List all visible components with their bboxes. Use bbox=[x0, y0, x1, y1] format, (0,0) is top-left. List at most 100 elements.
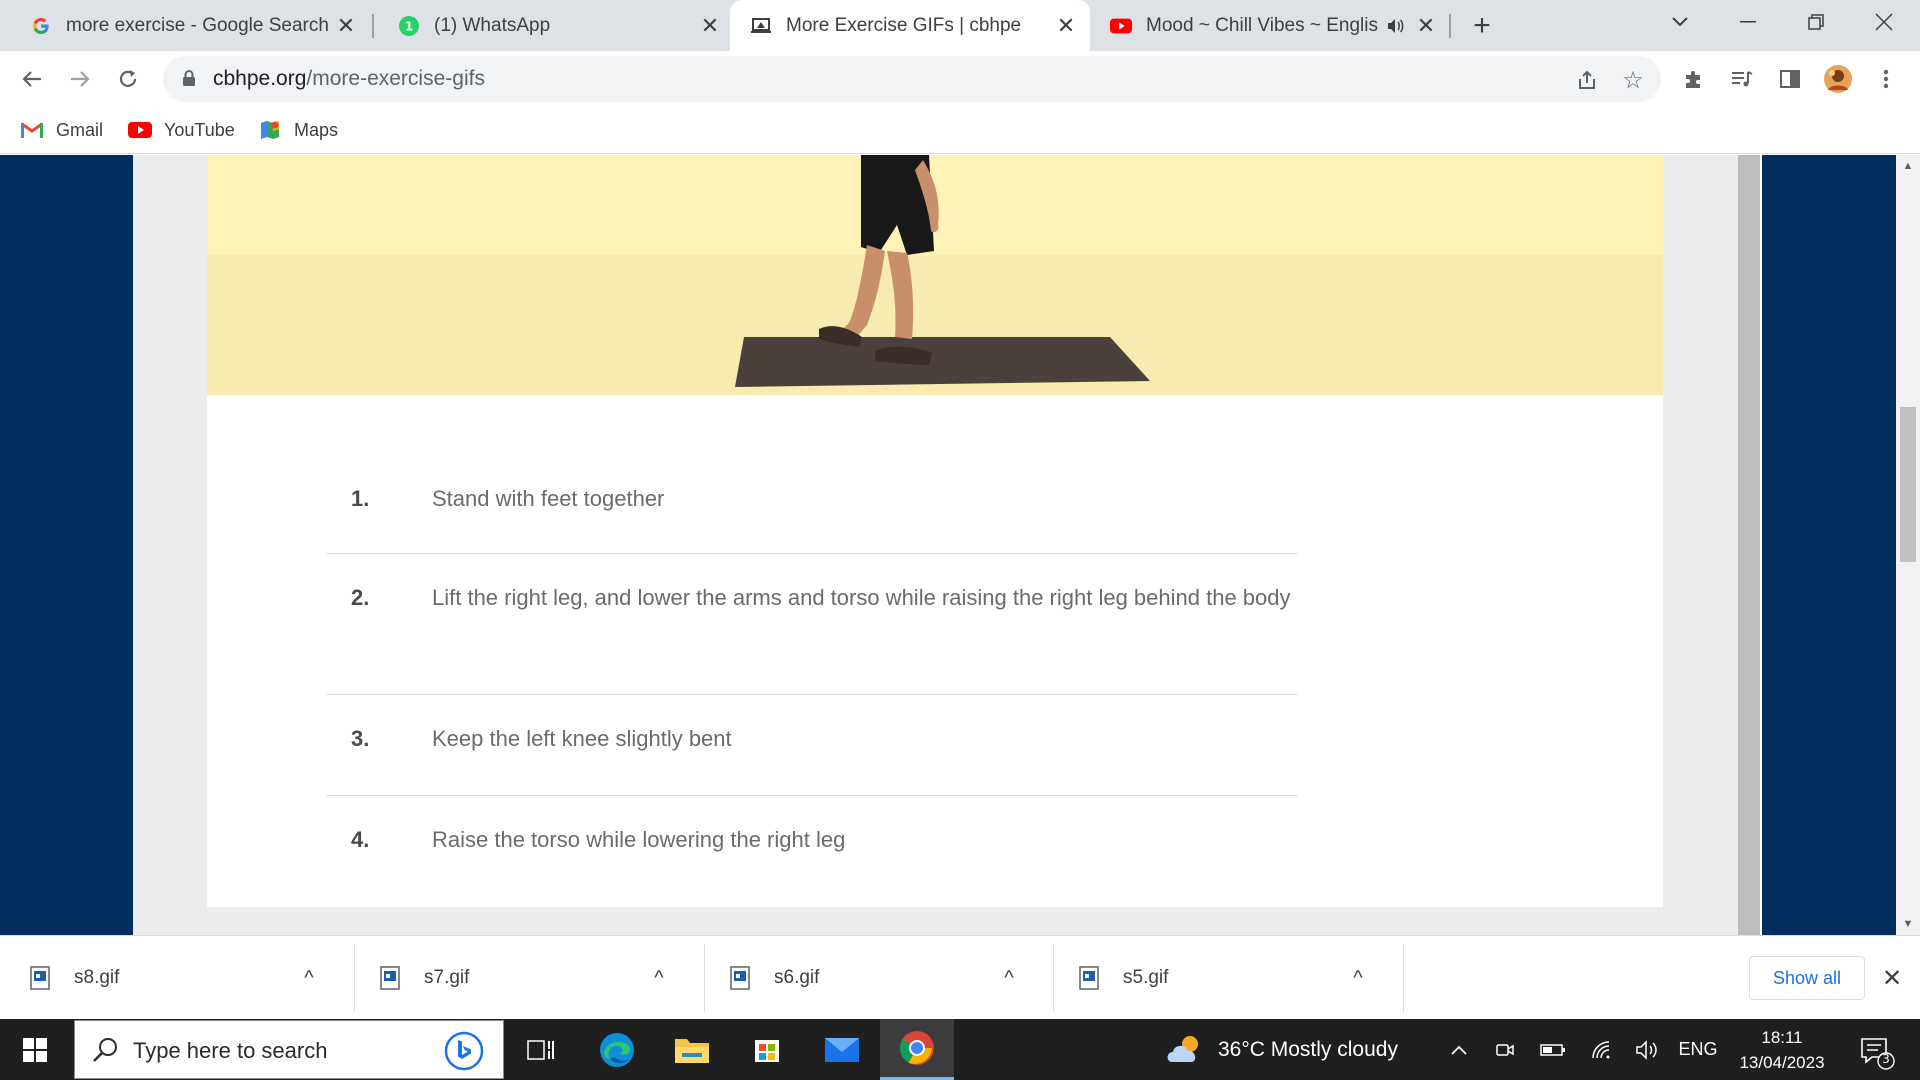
edge-browser-icon[interactable] bbox=[580, 1019, 654, 1080]
bookmark-youtube[interactable]: YouTube bbox=[128, 115, 235, 145]
taskbar-search-box[interactable]: Type here to search bbox=[74, 1020, 504, 1079]
input-language-indicator[interactable]: ENG bbox=[1672, 1019, 1724, 1080]
close-tab-icon[interactable]: ✕ bbox=[696, 12, 724, 40]
bookmark-maps[interactable]: Maps bbox=[258, 115, 338, 145]
chevron-up-icon[interactable]: ^ bbox=[294, 967, 324, 990]
media-control-icon[interactable] bbox=[1726, 63, 1758, 95]
minimize-icon[interactable] bbox=[1720, 0, 1776, 44]
youtube-icon bbox=[128, 120, 152, 140]
speaker-icon[interactable] bbox=[1384, 15, 1406, 37]
gif-file-icon bbox=[380, 966, 400, 990]
download-shelf: s8.gif ^ s7.gif ^ s6.gif ^ s5.gif ^ Show… bbox=[0, 935, 1920, 1019]
tab-title: More Exercise GIFs | cbhpe bbox=[786, 14, 1022, 36]
step-number: 1. bbox=[351, 486, 370, 511]
tab-search-chevron-icon[interactable] bbox=[1652, 0, 1708, 44]
download-filename: s5.gif bbox=[1123, 967, 1169, 988]
list-item: 2. Lift the right leg, and lower the arm… bbox=[327, 554, 1297, 695]
tab-title: (1) WhatsApp bbox=[434, 14, 551, 36]
scroll-up-arrow-icon[interactable]: ▲ bbox=[1896, 155, 1920, 177]
forward-button[interactable] bbox=[62, 61, 98, 97]
step-number: 3. bbox=[351, 726, 370, 751]
mail-icon[interactable] bbox=[805, 1019, 879, 1080]
bookmark-label: YouTube bbox=[164, 119, 235, 140]
url-text[interactable]: cbhpe.org/more-exercise-gifs bbox=[213, 67, 485, 91]
list-item: 1. Stand with feet together bbox=[327, 455, 1297, 554]
list-item: 3. Keep the left knee slightly bent bbox=[327, 695, 1297, 796]
tab-strip: more exercise - Google Search ✕ 1 (1) Wh… bbox=[0, 0, 1920, 51]
restore-icon[interactable] bbox=[1788, 0, 1844, 44]
close-download-shelf-icon[interactable]: ✕ bbox=[1876, 962, 1908, 994]
page-viewport: 1. Stand with feet together 2. Lift the … bbox=[0, 155, 1920, 935]
battery-icon[interactable] bbox=[1536, 1019, 1570, 1080]
profile-avatar-icon[interactable] bbox=[1822, 63, 1854, 95]
tab-separator bbox=[372, 14, 374, 38]
windows-taskbar: Type here to search 36°C Mostly cloudy E… bbox=[0, 1019, 1920, 1080]
search-placeholder: Type here to search bbox=[133, 1038, 328, 1063]
maps-icon bbox=[258, 120, 282, 140]
new-tab-button[interactable]: + bbox=[1466, 9, 1498, 42]
download-item[interactable]: s8.gif ^ bbox=[0, 936, 350, 1020]
close-tab-icon[interactable]: ✕ bbox=[1052, 12, 1080, 40]
partly-cloudy-icon bbox=[1164, 1032, 1206, 1068]
chevron-up-icon[interactable]: ^ bbox=[644, 967, 674, 990]
download-filename: s6.gif bbox=[774, 967, 820, 988]
reload-button[interactable] bbox=[110, 61, 146, 97]
svg-text:1: 1 bbox=[405, 19, 413, 33]
show-hidden-icons-chevron-icon[interactable] bbox=[1444, 1019, 1474, 1080]
gif-file-icon bbox=[730, 966, 750, 990]
chevron-up-icon[interactable]: ^ bbox=[1343, 967, 1373, 990]
bookmark-label: Maps bbox=[294, 119, 339, 140]
back-button[interactable] bbox=[14, 61, 50, 97]
tab-youtube-mood[interactable]: Mood ~ Chill Vibes ~ Englis ✕ bbox=[1090, 0, 1450, 51]
microsoft-store-icon[interactable] bbox=[730, 1019, 804, 1080]
weather-widget[interactable]: 36°C Mostly cloudy bbox=[1164, 1019, 1398, 1080]
exercise-steps-list: 1. Stand with feet together 2. Lift the … bbox=[327, 455, 1297, 896]
gif-file-icon bbox=[1079, 966, 1099, 990]
wifi-icon[interactable] bbox=[1586, 1019, 1616, 1080]
download-filename: s8.gif bbox=[74, 967, 120, 988]
tab-separator bbox=[1449, 14, 1451, 38]
tab-google-search[interactable]: more exercise - Google Search ✕ bbox=[10, 0, 370, 51]
file-explorer-icon[interactable] bbox=[655, 1019, 729, 1080]
show-all-button[interactable]: Show all bbox=[1749, 956, 1865, 1000]
tab-more-exercise-gifs[interactable]: More Exercise GIFs | cbhpe ✕ bbox=[730, 0, 1090, 51]
notification-center-icon[interactable]: 3 bbox=[1856, 1031, 1896, 1071]
url-domain: cbhpe.org bbox=[213, 67, 307, 90]
scrollbar-thumb[interactable] bbox=[1900, 407, 1916, 562]
weather-text: 36°C Mostly cloudy bbox=[1218, 1037, 1398, 1061]
step-text: Keep the left knee slightly bent bbox=[432, 726, 732, 751]
tab-title: Mood ~ Chill Vibes ~ Englis bbox=[1146, 14, 1378, 36]
tab-whatsapp[interactable]: 1 (1) WhatsApp ✕ bbox=[378, 0, 734, 51]
windows-start-icon[interactable] bbox=[0, 1019, 70, 1080]
tab-title: more exercise - Google Search bbox=[66, 14, 329, 36]
youtube-icon bbox=[1110, 15, 1132, 37]
task-view-icon[interactable] bbox=[504, 1019, 578, 1080]
bing-icon[interactable] bbox=[443, 1031, 485, 1071]
step-text: Raise the torso while lowering the right… bbox=[432, 827, 846, 852]
exercise-figure-illustration bbox=[735, 155, 1150, 387]
close-tab-icon[interactable]: ✕ bbox=[332, 12, 360, 40]
bookmark-star-icon[interactable]: ☆ bbox=[1617, 64, 1649, 96]
side-panel-icon[interactable] bbox=[1774, 63, 1806, 95]
close-window-icon[interactable] bbox=[1856, 0, 1912, 44]
download-separator bbox=[1403, 944, 1404, 1012]
download-item[interactable]: s6.gif ^ bbox=[700, 936, 1050, 1020]
meet-now-icon[interactable] bbox=[1490, 1019, 1520, 1080]
lock-icon[interactable] bbox=[181, 69, 197, 87]
chrome-icon[interactable] bbox=[880, 1019, 954, 1080]
share-icon[interactable] bbox=[1571, 64, 1603, 96]
menu-kebab-icon[interactable] bbox=[1870, 63, 1902, 95]
download-item[interactable]: s7.gif ^ bbox=[350, 936, 700, 1020]
taskbar-clock[interactable]: 18:11 13/04/2023 bbox=[1724, 1025, 1840, 1075]
page-scrollbar[interactable]: ▲ ▼ bbox=[1896, 155, 1920, 935]
bookmark-gmail[interactable]: Gmail bbox=[20, 115, 103, 145]
volume-icon[interactable] bbox=[1632, 1019, 1662, 1080]
search-icon bbox=[91, 1035, 121, 1065]
extensions-puzzle-icon[interactable] bbox=[1678, 63, 1710, 95]
chevron-up-icon[interactable]: ^ bbox=[994, 967, 1024, 990]
address-bar[interactable]: cbhpe.org/more-exercise-gifs ☆ bbox=[163, 56, 1661, 102]
right-gutter bbox=[1738, 155, 1760, 935]
close-tab-icon[interactable]: ✕ bbox=[1412, 12, 1440, 40]
download-item[interactable]: s5.gif ^ bbox=[1049, 936, 1399, 1020]
scroll-down-arrow-icon[interactable]: ▼ bbox=[1896, 913, 1920, 935]
